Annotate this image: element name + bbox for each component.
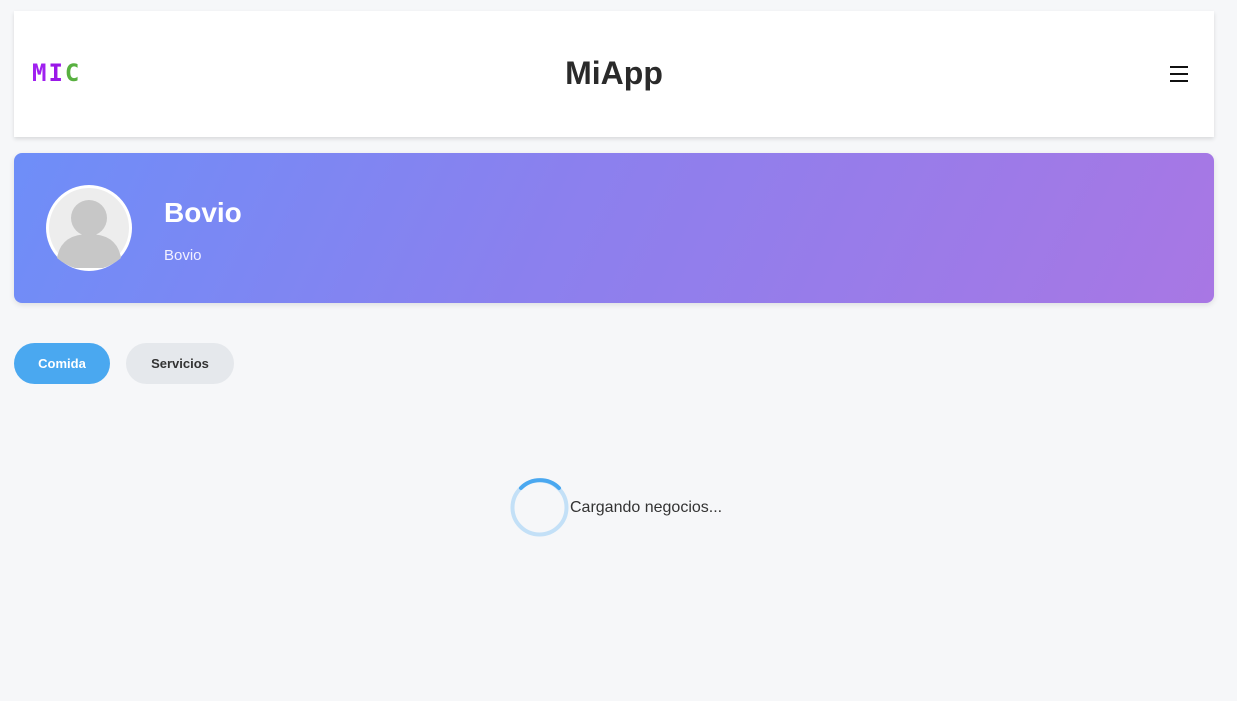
app-title: MiApp bbox=[565, 55, 663, 91]
app-header: MIC MiApp bbox=[14, 11, 1214, 137]
tab-comida[interactable]: Comida bbox=[14, 343, 110, 384]
profile-name: Bovio bbox=[164, 197, 242, 228]
menu-line bbox=[1170, 80, 1188, 82]
hamburger-menu-icon[interactable] bbox=[1168, 63, 1190, 85]
tab-servicios[interactable]: Servicios bbox=[126, 343, 234, 384]
loading-text: Cargando negocios... bbox=[570, 499, 723, 516]
menu-line bbox=[1170, 66, 1188, 68]
menu-line bbox=[1170, 73, 1188, 75]
profile-banner: Bovio Bovio bbox=[14, 153, 1214, 303]
profile-subtitle: Bovio bbox=[164, 247, 202, 264]
loading-spinner-icon bbox=[509, 477, 570, 538]
user-placeholder-icon bbox=[46, 185, 132, 271]
